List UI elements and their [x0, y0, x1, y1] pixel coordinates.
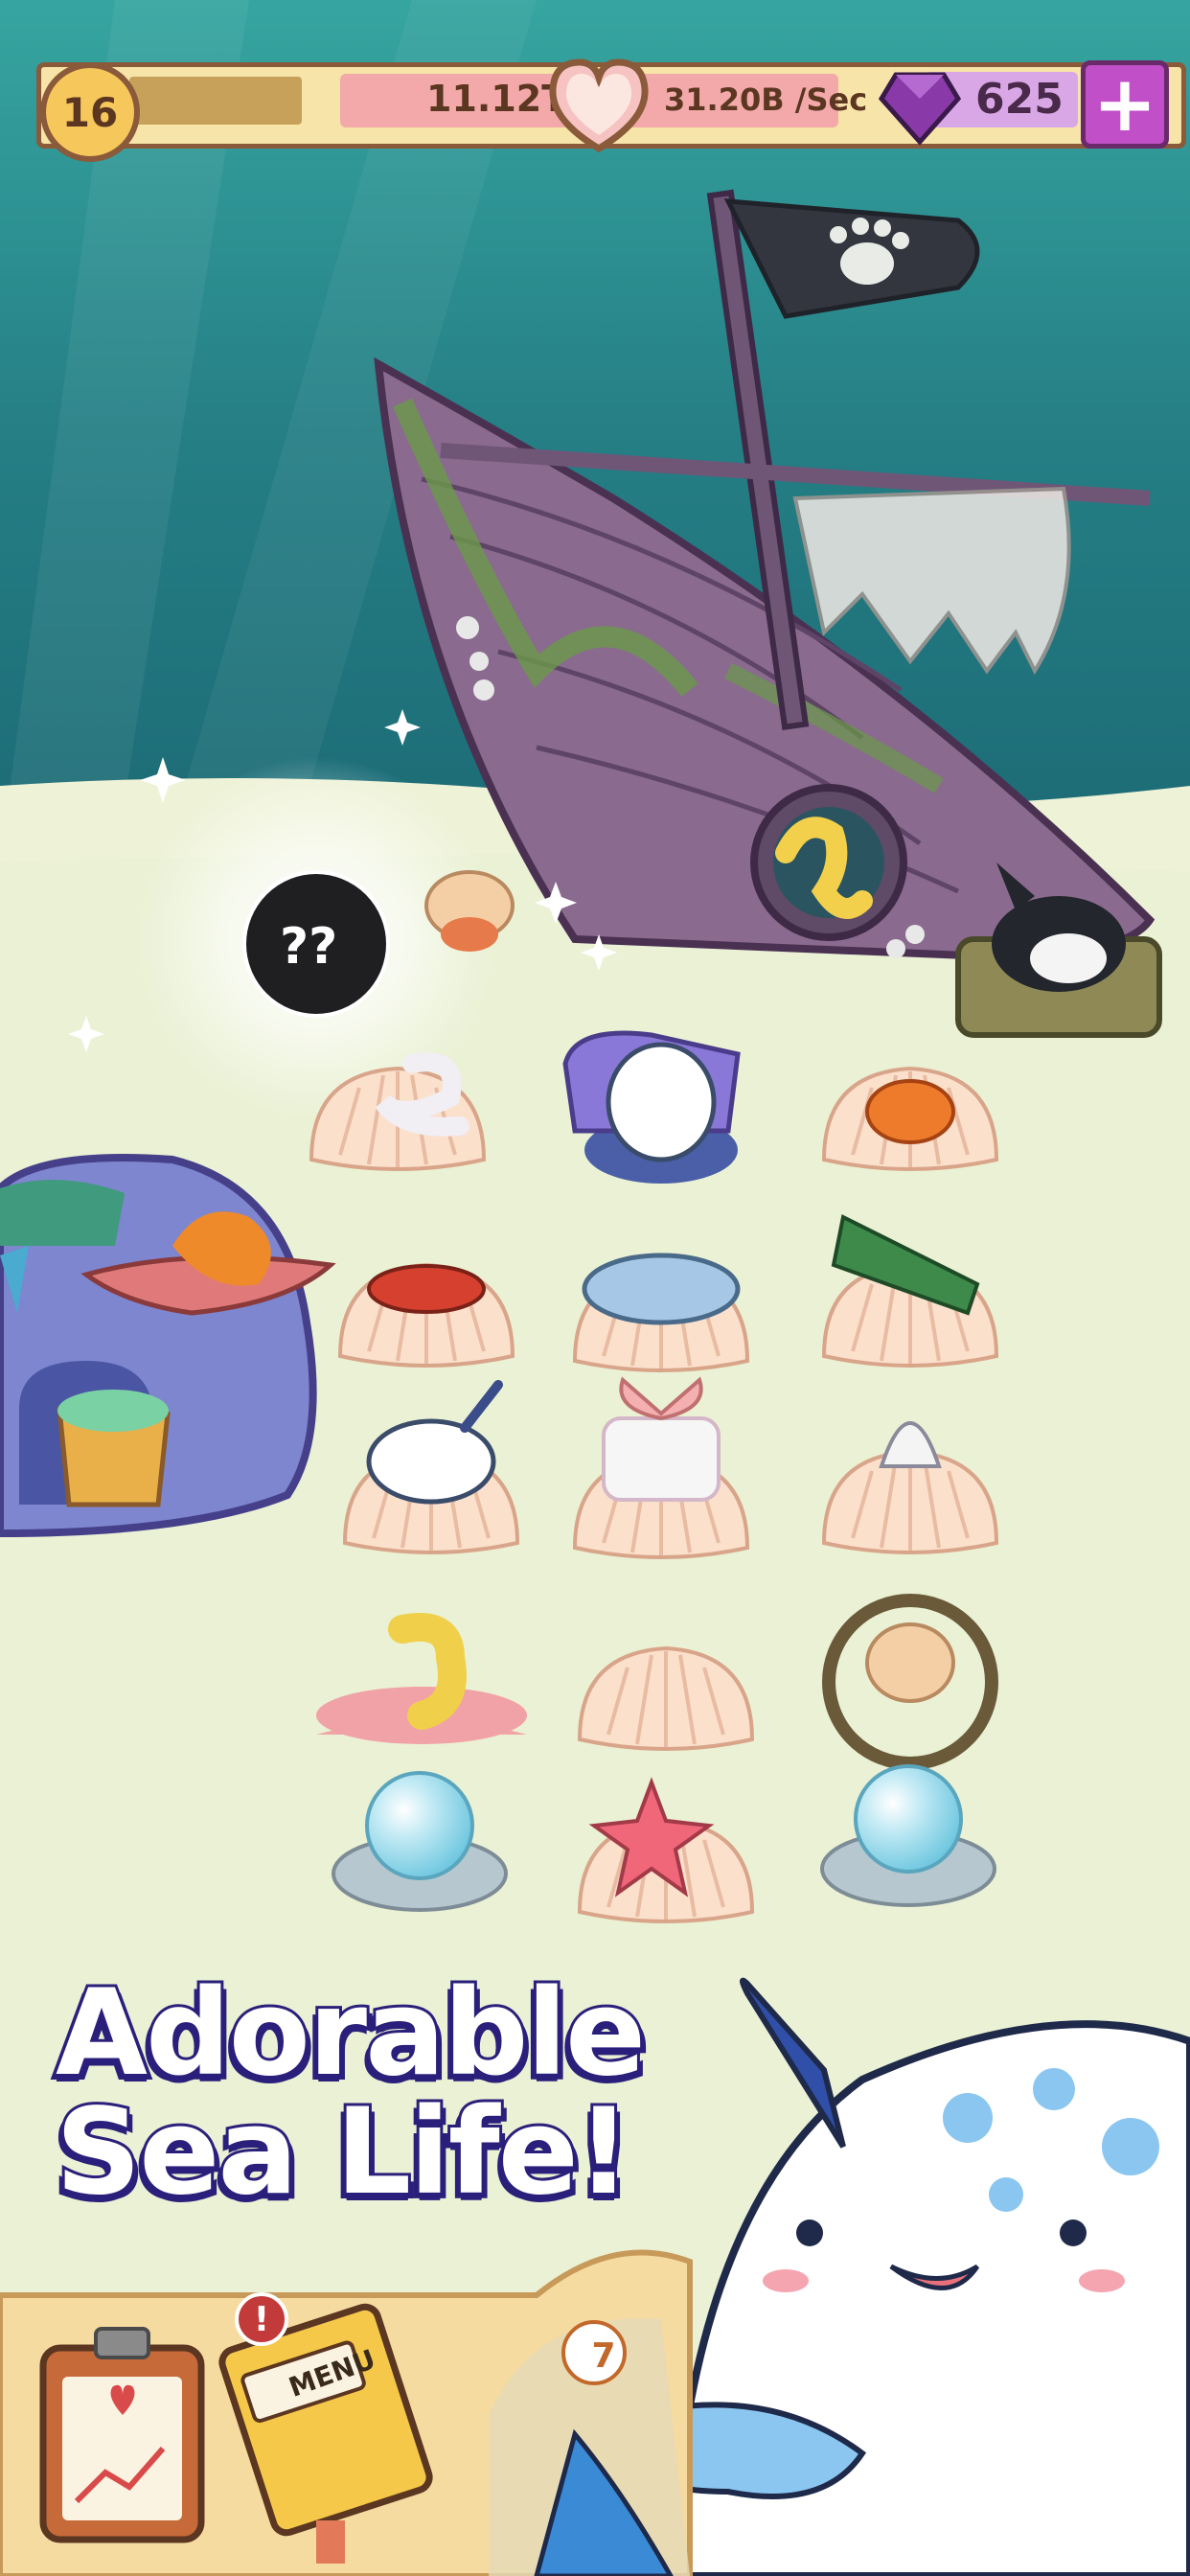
gems-value: 625 — [975, 75, 1064, 124]
headline-line-2: Sea Life! — [53, 2083, 633, 2221]
mystery-bubble-label: ?? — [280, 918, 338, 976]
level-star-icon[interactable]: 16 — [40, 62, 140, 162]
headline-line-1: Adorable — [53, 1965, 649, 2103]
timer-value: 7 — [591, 2336, 616, 2376]
alert-symbol: ! — [253, 2299, 270, 2339]
add-gems-button[interactable]: + — [1081, 60, 1169, 149]
coins-rate: 31.20B /Sec — [664, 81, 868, 118]
alert-icon: ! — [235, 2292, 288, 2346]
grid-item-dolphin[interactable] — [573, 1253, 749, 1372]
grid-item-beluga[interactable] — [562, 1030, 741, 1184]
heart-icon — [549, 58, 649, 153]
promo-headline: Adorable Sea Life! — [53, 1965, 669, 2221]
stats-clipboard-button[interactable] — [39, 2327, 205, 2543]
top-hud: 16 11.12T 31.20B /Sec 625 + — [0, 53, 1190, 162]
xp-progress-bar — [129, 77, 302, 125]
level-value: 16 — [61, 88, 119, 136]
plus-icon: + — [1092, 59, 1157, 149]
gem-icon — [878, 72, 962, 146]
